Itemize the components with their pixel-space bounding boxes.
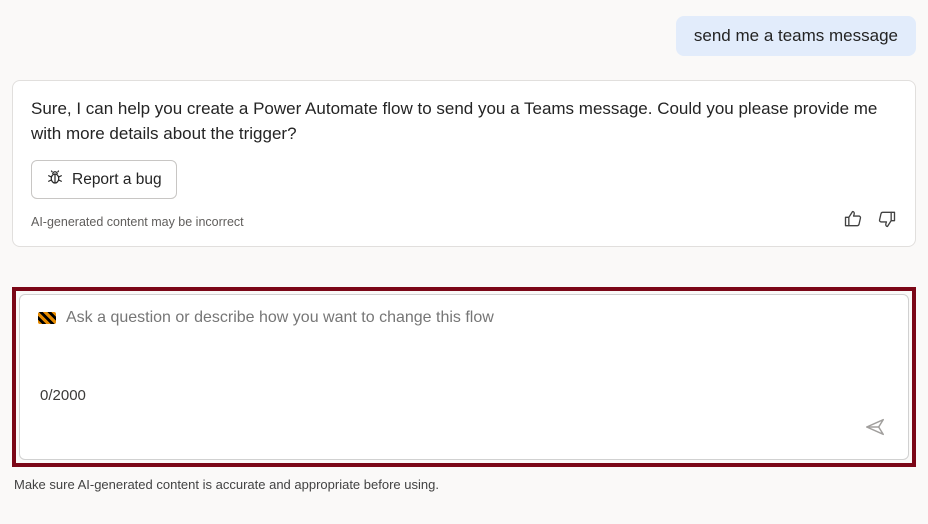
user-message-row: send me a teams message	[12, 8, 916, 56]
user-message-text: send me a teams message	[694, 26, 898, 45]
input-highlight-box: Ask a question or describe how you want …	[12, 287, 916, 467]
chat-input-area[interactable]: Ask a question or describe how you want …	[19, 294, 909, 460]
chat-input-placeholder: Ask a question or describe how you want …	[66, 309, 494, 327]
user-message-bubble: send me a teams message	[676, 16, 916, 56]
assistant-message-card: Sure, I can help you create a Power Auto…	[12, 80, 916, 247]
bug-icon	[46, 168, 64, 191]
ai-disclaimer-text: AI-generated content may be incorrect	[31, 215, 244, 229]
send-button[interactable]	[860, 412, 890, 445]
assistant-message-text: Sure, I can help you create a Power Auto…	[31, 97, 897, 146]
footer-disclaimer: Make sure AI-generated content is accura…	[0, 473, 928, 492]
thumbs-up-button[interactable]	[843, 209, 863, 234]
send-icon	[864, 426, 886, 441]
construction-icon	[38, 312, 56, 324]
report-bug-label: Report a bug	[72, 171, 162, 189]
thumbs-down-button[interactable]	[877, 209, 897, 234]
report-bug-button[interactable]: Report a bug	[31, 160, 177, 199]
character-counter: 0/2000	[40, 387, 86, 404]
feedback-buttons	[843, 209, 897, 234]
